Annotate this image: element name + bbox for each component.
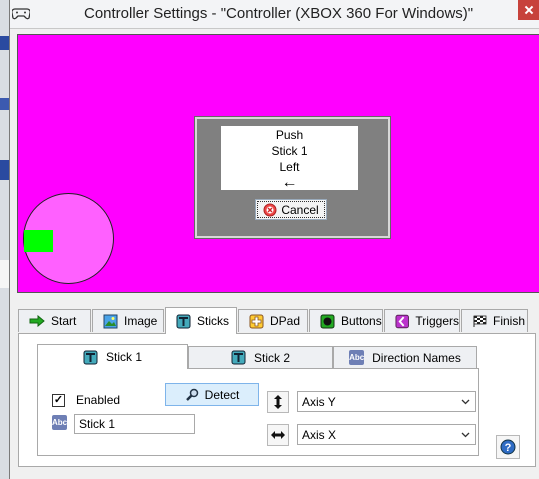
chevron-down-icon: [461, 432, 470, 438]
subtab-label: Stick 1: [105, 350, 142, 364]
text-field-icon: Abc: [52, 415, 67, 430]
subtab-label: Stick 2: [253, 350, 290, 365]
vertical-arrows-icon: [274, 395, 282, 409]
text-field-icon: Abc: [349, 350, 364, 365]
left-arrow-icon: ←: [281, 174, 298, 191]
subtab-stick-1[interactable]: Stick 1: [37, 344, 188, 369]
stick-icon: [176, 314, 191, 328]
horizontal-axis-button[interactable]: [267, 424, 289, 446]
vertical-axis-select[interactable]: Axis Y: [297, 391, 476, 412]
horizontal-arrows-icon: [271, 431, 285, 439]
arrow-right-icon: [29, 315, 45, 327]
subtab-label: Direction Names: [372, 350, 461, 365]
tab-buttons[interactable]: Buttons: [309, 309, 383, 332]
tab-dpad[interactable]: DPad: [238, 309, 308, 332]
stick-icon: [231, 350, 246, 365]
stick-subtabs: Stick 1 Stick 2 Abc Direction Names: [37, 344, 477, 369]
controller-settings-window: Controller Settings - "Controller (XBOX …: [9, 0, 539, 479]
desktop-fragment: [0, 98, 9, 110]
subtab-stick-2[interactable]: Stick 2: [188, 346, 333, 368]
prompt-action: Push: [275, 128, 304, 142]
prompt-box: Push Stick 1 Left ←: [221, 126, 358, 191]
stick-1-settings: ✓ Enabled Detect Abc Axis Y Axis X: [37, 368, 479, 456]
cancel-button[interactable]: Cancel: [255, 199, 327, 220]
tab-label: Sticks: [197, 314, 230, 328]
tab-finish[interactable]: Finish: [461, 309, 528, 332]
horizontal-axis-value: Axis X: [302, 428, 337, 442]
enabled-label: Enabled: [76, 393, 121, 407]
sticks-tab-panel: Stick 1 Stick 2 Abc Direction Names ✓ En…: [18, 333, 536, 467]
input-prompt-dialog: Push Stick 1 Left ← Cancel: [195, 117, 390, 238]
horizontal-axis-select[interactable]: Axis X: [297, 424, 476, 445]
tab-start[interactable]: Start: [18, 309, 91, 332]
vertical-axis-value: Axis Y: [302, 395, 336, 409]
window-title: Controller Settings - "Controller (XBOX …: [84, 5, 474, 22]
tab-label: Triggers: [415, 314, 459, 328]
tab-label: DPad: [270, 314, 301, 328]
tab-sticks[interactable]: Sticks: [165, 307, 237, 334]
help-button[interactable]: ?: [496, 435, 520, 459]
checkered-flag-icon: [473, 315, 487, 327]
image-icon: [103, 314, 118, 328]
desktop-fragment: [0, 160, 9, 180]
controller-preview-stage: Push Stick 1 Left ← Cancel: [17, 34, 539, 293]
detect-button[interactable]: Detect: [165, 383, 259, 406]
stick-position-marker: [24, 230, 53, 252]
prompt-stick: Stick 1: [271, 144, 308, 158]
title-bar[interactable]: Controller Settings - "Controller (XBOX …: [10, 0, 539, 29]
prompt-direction: Left: [279, 160, 300, 174]
wizard-tabs: Start Image Sticks DPad Buttons Triggers…: [18, 307, 538, 334]
tab-label: Finish: [493, 314, 526, 328]
detect-label: Detect: [204, 387, 240, 402]
tab-image[interactable]: Image: [92, 309, 164, 332]
cancel-label: Cancel: [281, 202, 319, 217]
chevron-down-icon: [461, 399, 470, 405]
tab-label: Start: [51, 314, 77, 328]
tab-label: Image: [124, 314, 158, 328]
button-icon: [320, 314, 335, 328]
enabled-checkbox[interactable]: ✓: [52, 394, 65, 407]
subtab-direction-names[interactable]: Abc Direction Names: [333, 346, 477, 368]
desktop-background: [0, 0, 9, 479]
tab-label: Buttons: [341, 314, 382, 328]
vertical-axis-button[interactable]: [267, 391, 289, 413]
close-button[interactable]: [518, 0, 539, 20]
trigger-icon: [395, 314, 409, 328]
help-icon: ?: [500, 439, 516, 455]
dpad-icon: [249, 314, 264, 328]
cancel-icon: [263, 203, 277, 216]
desktop-fragment: [0, 260, 9, 288]
gamepad-icon: [12, 8, 30, 20]
tab-triggers[interactable]: Triggers: [384, 309, 460, 332]
desktop-fragment: [0, 36, 9, 50]
svg-text:?: ?: [505, 442, 512, 454]
stick-icon: [83, 350, 98, 364]
magnifier-icon: [185, 388, 198, 401]
stick-name-input[interactable]: [74, 414, 195, 434]
